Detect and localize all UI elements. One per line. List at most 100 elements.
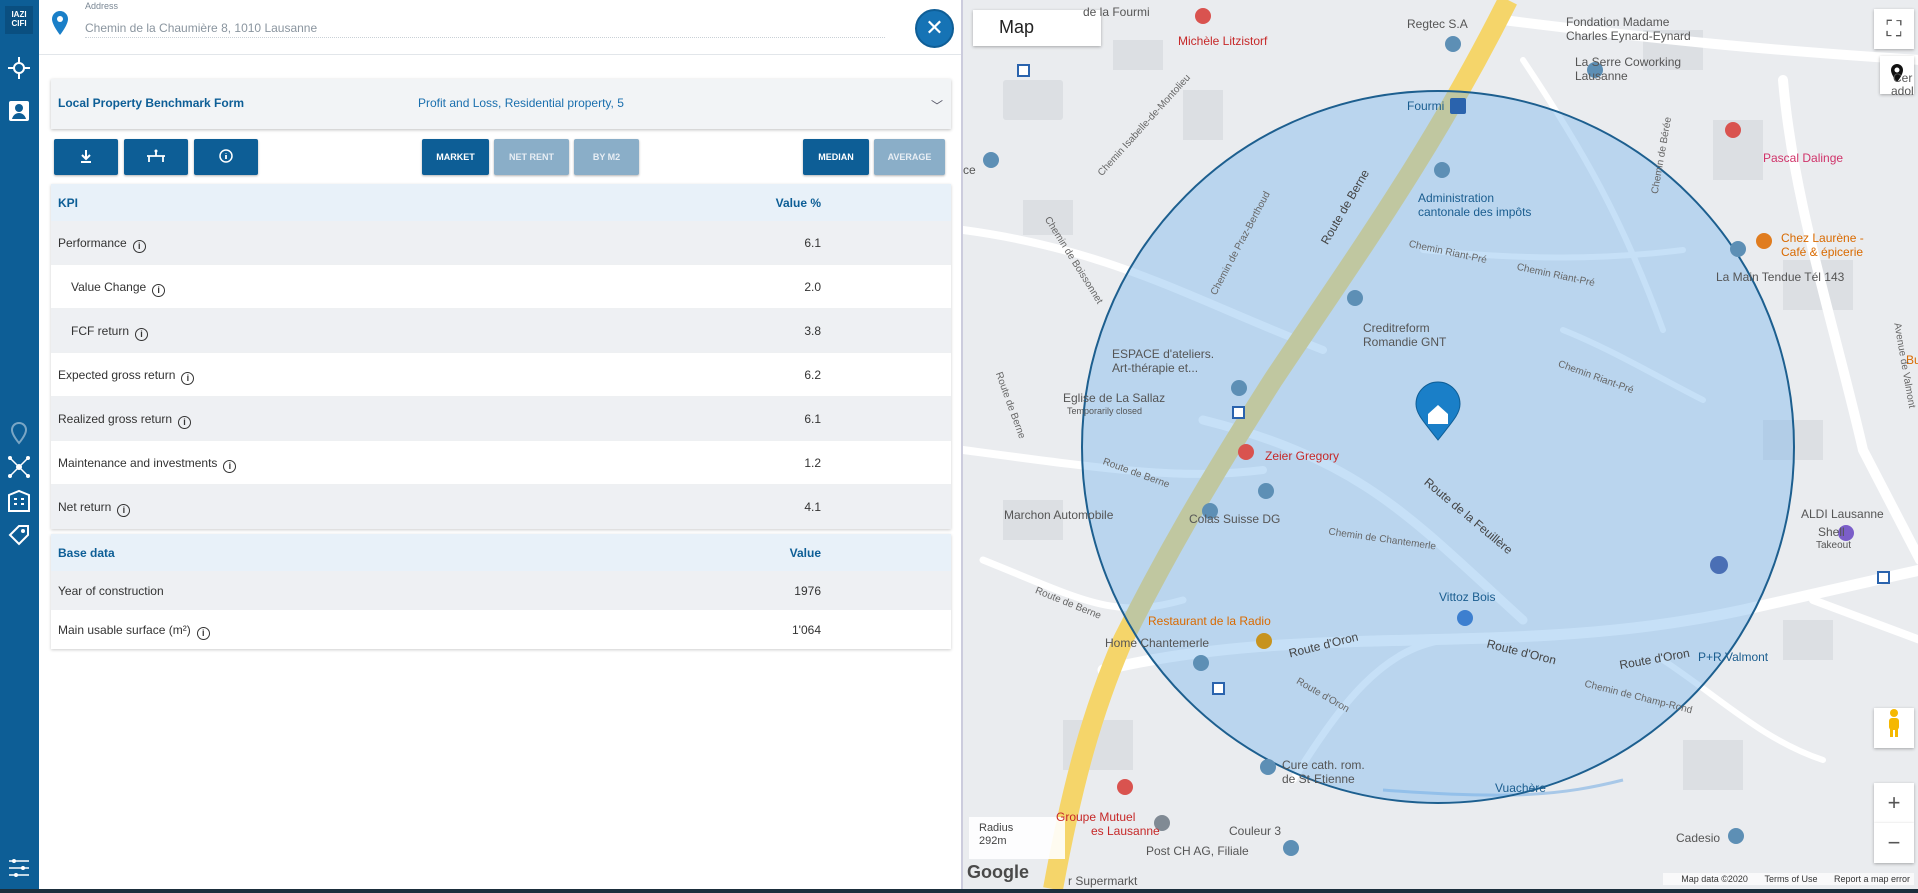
close-button[interactable]: ✕ bbox=[915, 9, 954, 48]
map-label[interactable]: Eglise de La Sallaz bbox=[1063, 391, 1165, 405]
table-row: FCF return i 3.8 bbox=[51, 309, 951, 353]
map-label[interactable]: r Supermarkt bbox=[1068, 874, 1137, 888]
table-row: Net return i 4.1 bbox=[51, 485, 951, 529]
map-label[interactable]: La Serre Coworking bbox=[1575, 55, 1681, 69]
median-button[interactable]: MEDIAN bbox=[803, 139, 869, 175]
address-input[interactable] bbox=[85, 18, 885, 38]
market-button[interactable]: MARKET bbox=[422, 139, 489, 175]
map-label[interactable]: Marchon Automobile bbox=[1004, 508, 1113, 522]
base-data-table: Base data Value Year of construction 197… bbox=[51, 534, 951, 649]
map-label[interactable]: Groupe Mutuel bbox=[1056, 810, 1135, 824]
fullscreen-icon[interactable]: ⛶ bbox=[1874, 9, 1914, 49]
info-icon[interactable]: i bbox=[135, 328, 149, 341]
row-value: 6.1 bbox=[804, 236, 821, 250]
info-icon[interactable]: i bbox=[178, 416, 192, 429]
row-value: 2.0 bbox=[804, 280, 821, 294]
info-icon[interactable]: i bbox=[152, 284, 166, 297]
map-label[interactable]: Lausanne bbox=[1575, 69, 1628, 83]
info-button[interactable] bbox=[194, 139, 258, 175]
chevron-down-icon[interactable]: ﹀ bbox=[931, 97, 943, 114]
info-icon[interactable]: i bbox=[117, 504, 131, 517]
compare-button[interactable] bbox=[124, 139, 188, 175]
row-value: 6.1 bbox=[804, 412, 821, 426]
map-label[interactable]: Administration bbox=[1418, 191, 1494, 205]
average-button[interactable]: AVERAGE bbox=[874, 139, 945, 175]
map-label[interactable]: Cure cath. rom. bbox=[1282, 758, 1365, 772]
info-icon[interactable]: i bbox=[132, 240, 146, 253]
download-button[interactable] bbox=[54, 139, 118, 175]
map-view[interactable]: Map ⛶ + − Radius 292m Google Map data ©2… bbox=[961, 0, 1918, 889]
map-label: Takeout bbox=[1816, 540, 1852, 551]
logo-line-1: IAZI bbox=[11, 10, 27, 19]
map-label[interactable]: Cadesio bbox=[1676, 831, 1720, 845]
info-icon[interactable]: i bbox=[181, 372, 195, 385]
map-label[interactable]: Restaurant de la Radio bbox=[1148, 614, 1271, 628]
map-label[interactable]: Regtec S.A bbox=[1407, 17, 1468, 31]
map-label[interactable]: Charles Eynard-Eynard bbox=[1566, 29, 1691, 43]
map-label[interactable]: Fourmi bbox=[1407, 99, 1444, 113]
map-label[interactable]: Home Chantemerle bbox=[1105, 636, 1209, 650]
map-canvas[interactable] bbox=[963, 0, 1918, 889]
net-rent-button[interactable]: NET RENT bbox=[494, 139, 569, 175]
map-label[interactable]: Creditreform bbox=[1363, 321, 1430, 335]
map-label[interactable]: es Lausanne bbox=[1091, 824, 1160, 838]
map-label[interactable]: Michèle Litzistorf bbox=[1178, 34, 1267, 48]
price-tag-icon[interactable] bbox=[7, 523, 31, 547]
map-label: Vuachère bbox=[1495, 781, 1546, 795]
map-title: Map bbox=[973, 10, 1101, 46]
info-icon[interactable]: i bbox=[196, 627, 210, 640]
navigation-icon[interactable] bbox=[7, 56, 31, 80]
profile-icon[interactable] bbox=[7, 99, 31, 123]
map-data-attribution: Map data ©2020 bbox=[1681, 874, 1748, 884]
report-map-error-link[interactable]: Report a map error bbox=[1834, 874, 1910, 884]
location-pin-icon[interactable] bbox=[7, 421, 31, 445]
map-label[interactable]: ce bbox=[963, 163, 976, 177]
map-label[interactable]: Art-thérapie et... bbox=[1112, 361, 1198, 375]
table-row: Realized gross return i 6.1 bbox=[51, 397, 951, 441]
row-label: Realized gross return bbox=[58, 412, 173, 426]
street-view-pegman-icon[interactable] bbox=[1874, 708, 1914, 748]
map-label[interactable]: Pascal Dalinge bbox=[1763, 151, 1843, 165]
base-table-header: Base data Value bbox=[51, 534, 951, 571]
info-icon[interactable]: i bbox=[223, 460, 237, 473]
row-value: 6.2 bbox=[804, 368, 821, 382]
map-label[interactable]: Zeier Gregory bbox=[1265, 449, 1339, 463]
map-label[interactable]: Chez Laurène - bbox=[1781, 231, 1864, 245]
map-label[interactable]: cantonale des impôts bbox=[1418, 205, 1531, 219]
map-label[interactable]: Romandie GNT bbox=[1363, 335, 1446, 349]
app-root: IAZI CIFI Address Chemin de la Chaumière… bbox=[0, 0, 1918, 893]
row-value: 1'064 bbox=[792, 623, 821, 637]
network-icon[interactable] bbox=[7, 455, 31, 479]
radius-label: Radius bbox=[979, 822, 1014, 834]
row-label: Expected gross return bbox=[58, 368, 176, 382]
map-label[interactable]: de St-Etienne bbox=[1282, 772, 1355, 786]
address-label: Address bbox=[85, 1, 119, 11]
benchmark-form-selector[interactable]: Local Property Benchmark Form Profit and… bbox=[51, 79, 951, 129]
map-label[interactable]: ALDI Lausanne bbox=[1801, 507, 1884, 521]
row-value: 1.2 bbox=[804, 456, 821, 470]
zoom-out-button[interactable]: − bbox=[1874, 823, 1914, 863]
zoom-in-button[interactable]: + bbox=[1874, 783, 1914, 823]
by-m2-button[interactable]: BY M2 bbox=[574, 139, 639, 175]
map-label[interactable]: Cer bbox=[1893, 71, 1912, 85]
form-meta: Profit and Loss, Residential property, 5 bbox=[418, 96, 624, 110]
map-label[interactable]: Vittoz Bois bbox=[1439, 590, 1495, 604]
map-label[interactable]: Fondation Madame bbox=[1566, 15, 1669, 29]
row-value: 1976 bbox=[794, 584, 821, 598]
map-label[interactable]: Couleur 3 bbox=[1229, 824, 1281, 838]
building-icon[interactable] bbox=[7, 489, 31, 513]
table-row: Expected gross return i 6.2 bbox=[51, 353, 951, 397]
map-label[interactable]: Colas Suisse DG bbox=[1189, 512, 1280, 526]
map-label[interactable]: Post CH AG, Filiale bbox=[1146, 844, 1249, 858]
map-label[interactable]: P+R Valmont bbox=[1698, 650, 1768, 664]
map-label[interactable]: La Main Tendue Tél 143 bbox=[1716, 270, 1844, 284]
terms-of-use-link[interactable]: Terms of Use bbox=[1764, 874, 1817, 884]
map-label[interactable]: Shell bbox=[1818, 525, 1845, 539]
settings-sliders-icon[interactable] bbox=[7, 856, 31, 880]
map-label[interactable]: adol bbox=[1891, 84, 1914, 98]
map-label[interactable]: Café & épicerie bbox=[1781, 245, 1863, 259]
map-label[interactable]: ESPACE d'ateliers. bbox=[1112, 347, 1214, 361]
row-value: 4.1 bbox=[804, 500, 821, 514]
app-logo[interactable]: IAZI CIFI bbox=[5, 6, 33, 34]
benchmark-panel: Address ✕ Local Property Benchmark Form … bbox=[39, 0, 961, 889]
